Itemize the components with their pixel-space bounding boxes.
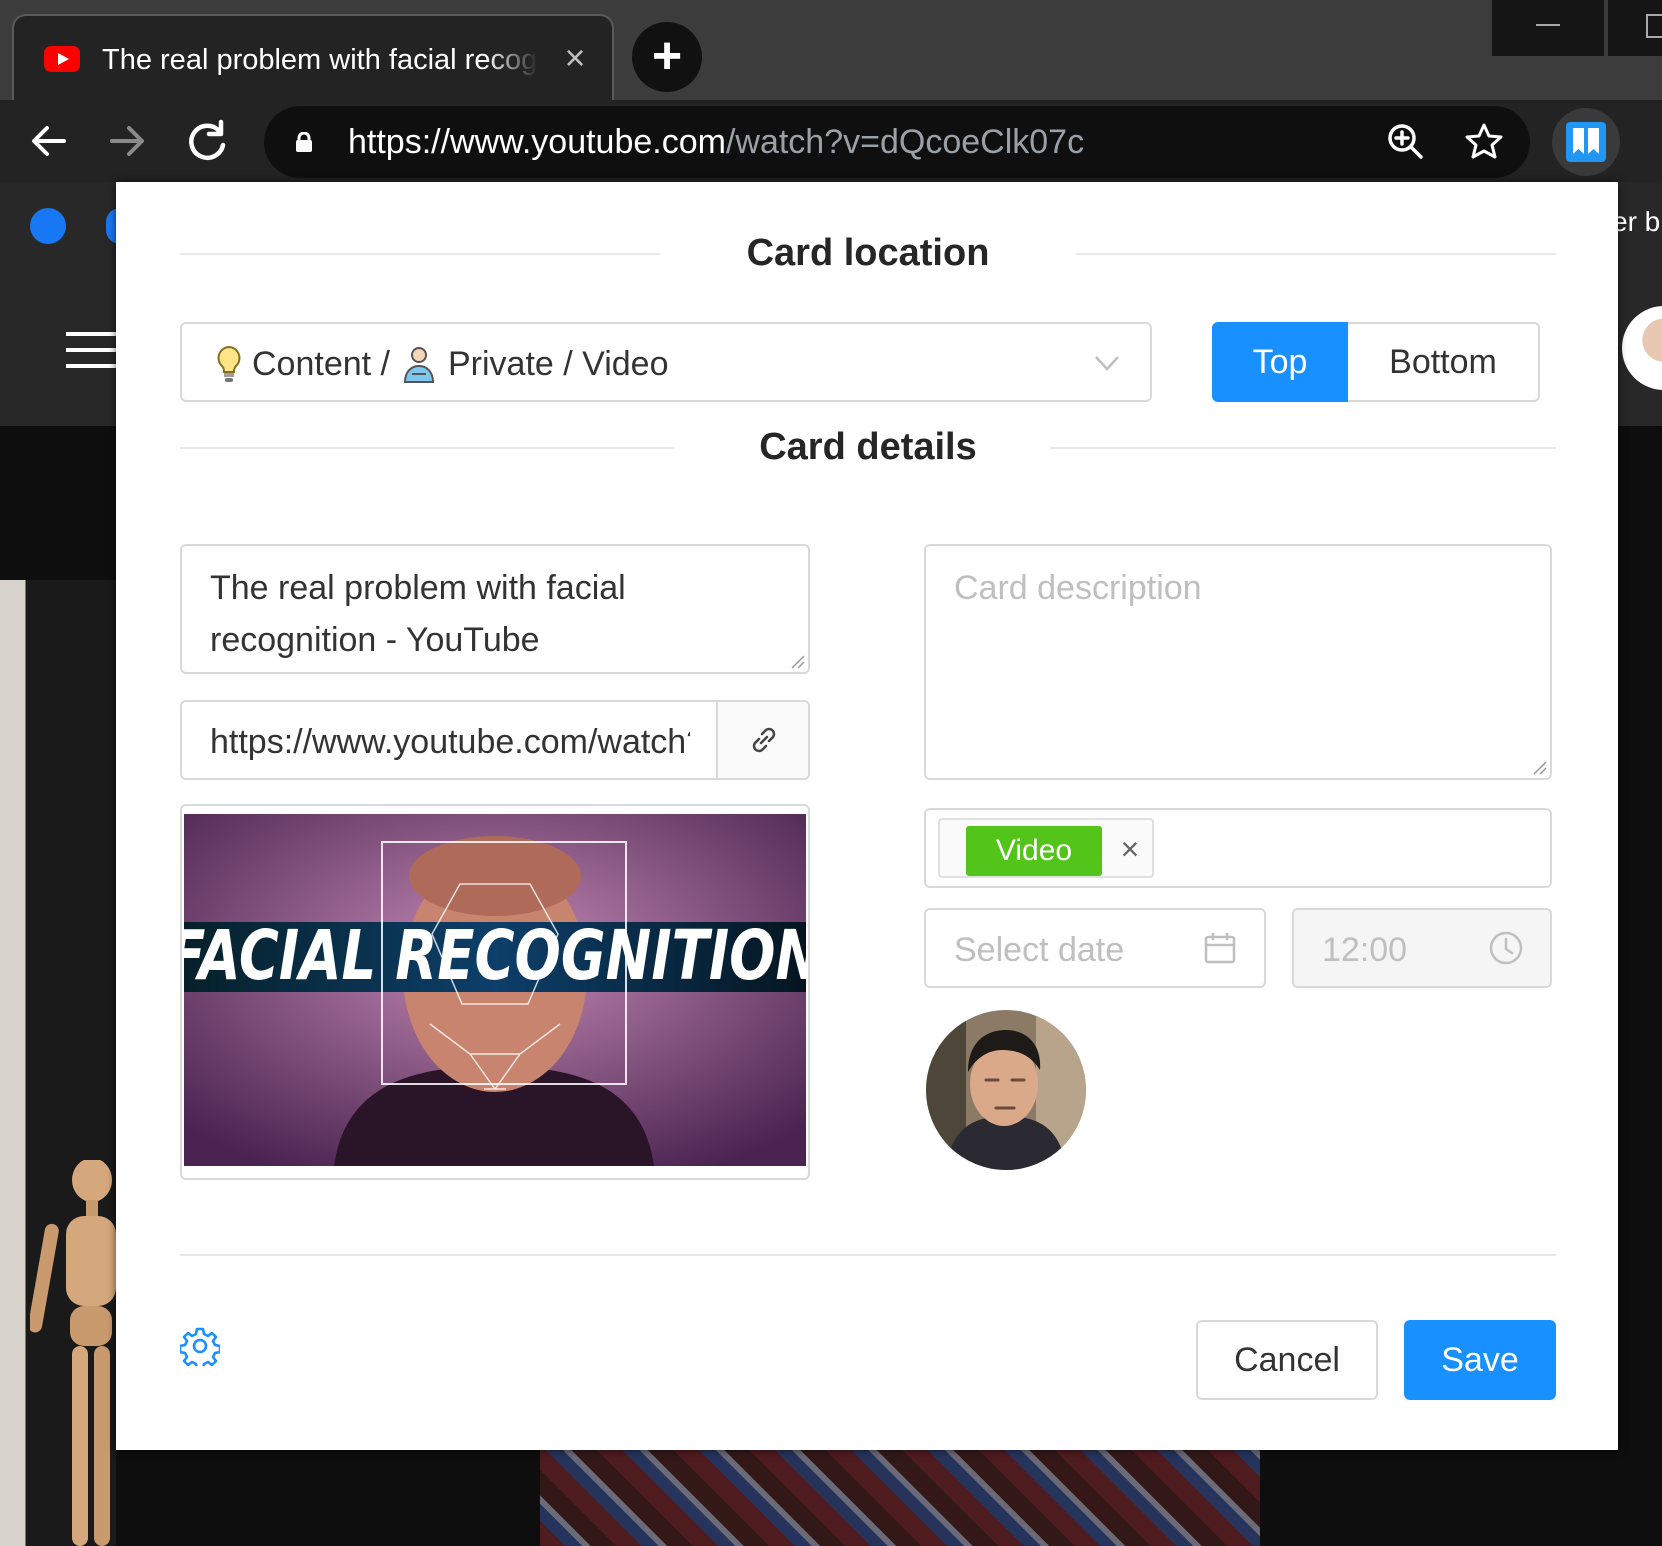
card-url-value: https://www.youtube.com/watch?v=dQcoeClk… bbox=[210, 723, 690, 761]
card-title-textarea[interactable]: The real problem with facial recognition… bbox=[180, 544, 810, 674]
window-minimize-button[interactable] bbox=[1492, 0, 1604, 56]
video-thumbnail-image: FACIAL RECOGNITION bbox=[184, 814, 806, 1166]
person-icon bbox=[403, 347, 435, 383]
bookmark-extension-icon bbox=[1566, 122, 1606, 162]
star-icon[interactable] bbox=[1462, 120, 1506, 164]
url-path: /watch?v=dQcoeClk07c bbox=[725, 123, 1085, 161]
date-placeholder: Select date bbox=[954, 931, 1125, 969]
save-button[interactable]: Save bbox=[1404, 1320, 1556, 1400]
messenger-bookmark-icon[interactable] bbox=[30, 208, 66, 244]
card-description-placeholder: Card description bbox=[954, 569, 1202, 607]
card-url-input[interactable]: https://www.youtube.com/watch?v=dQcoeClk… bbox=[180, 700, 810, 780]
resize-handle-icon[interactable] bbox=[1529, 757, 1547, 775]
card-description-textarea[interactable]: Card description bbox=[924, 544, 1552, 780]
tab-strip: The real problem with facial recognition… bbox=[0, 0, 1662, 100]
new-tab-button[interactable]: + bbox=[632, 22, 702, 92]
position-top-button[interactable]: Top bbox=[1212, 322, 1348, 402]
tag-item: Video × bbox=[938, 818, 1154, 878]
back-icon bbox=[32, 126, 66, 156]
forward-button[interactable] bbox=[96, 110, 158, 172]
chevron-down-icon bbox=[1095, 356, 1119, 371]
card-location-heading: Card location bbox=[746, 232, 990, 274]
thumbnail-title: FACIAL RECOGNITION bbox=[184, 916, 806, 996]
cascader-segment-path: Private / Video bbox=[448, 345, 669, 383]
time-picker[interactable]: 12:00 bbox=[1292, 908, 1552, 988]
card-details-heading: Card details bbox=[759, 426, 977, 468]
card-location-divider: Card location bbox=[180, 228, 1556, 278]
lightbulb-icon bbox=[217, 345, 241, 382]
gear-icon[interactable] bbox=[180, 1326, 220, 1366]
calendar-icon bbox=[1204, 933, 1236, 964]
card-title-value: The real problem with facial recognition… bbox=[210, 569, 626, 659]
address-bar[interactable]: https://www.youtube.com/watch?v=dQcoeClk… bbox=[264, 106, 1530, 178]
tag-label: Video bbox=[966, 826, 1102, 876]
card-image-preview[interactable]: FACIAL RECOGNITION bbox=[180, 804, 810, 1180]
cancel-button[interactable]: Cancel bbox=[1196, 1320, 1378, 1400]
tag-remove-button[interactable]: × bbox=[1112, 826, 1148, 872]
url-host: https://www.youtube.com bbox=[348, 123, 726, 161]
reload-button[interactable] bbox=[176, 110, 238, 172]
zoom-icon[interactable] bbox=[1384, 120, 1428, 164]
menu-icon[interactable] bbox=[66, 332, 116, 368]
tab-close-button[interactable]: × bbox=[558, 38, 592, 78]
bookmark-label[interactable]: er b bbox=[1612, 206, 1660, 238]
card-extension-button[interactable] bbox=[1552, 108, 1620, 176]
back-button[interactable] bbox=[18, 110, 80, 172]
footer-divider bbox=[180, 1254, 1556, 1256]
tab-title: The real problem with facial recognition… bbox=[102, 44, 538, 76]
cascader-segment-content: Content / bbox=[252, 345, 390, 383]
time-value: 12:00 bbox=[1322, 931, 1408, 969]
author-avatar[interactable] bbox=[926, 1010, 1086, 1170]
location-cascader[interactable]: Content / Private / Video bbox=[180, 322, 1152, 402]
position-bottom-button[interactable]: Bottom bbox=[1348, 322, 1540, 402]
browser-toolbar: https://www.youtube.com/watch?v=dQcoeClk… bbox=[0, 100, 1662, 182]
resize-handle-icon[interactable] bbox=[787, 651, 805, 669]
youtube-favicon-icon bbox=[44, 46, 80, 72]
date-picker[interactable]: Select date bbox=[924, 908, 1266, 988]
open-link-button[interactable] bbox=[716, 702, 808, 778]
video-shirt-region bbox=[540, 1448, 1260, 1546]
card-details-divider: Card details bbox=[180, 422, 1556, 472]
window-maximize-button[interactable] bbox=[1608, 0, 1662, 56]
clock-icon bbox=[1489, 931, 1523, 965]
lock-icon bbox=[296, 132, 312, 152]
add-card-modal: Card location Content / Private / Video … bbox=[116, 182, 1618, 1450]
url-text[interactable]: https://www.youtube.com/watch?v=dQcoeClk… bbox=[348, 120, 1084, 164]
tags-select[interactable]: Video × bbox=[924, 808, 1552, 888]
reload-icon bbox=[189, 119, 226, 161]
link-icon bbox=[752, 727, 776, 753]
browser-tab-active[interactable]: The real problem with facial recognition… bbox=[12, 14, 614, 100]
forward-icon bbox=[110, 126, 144, 156]
